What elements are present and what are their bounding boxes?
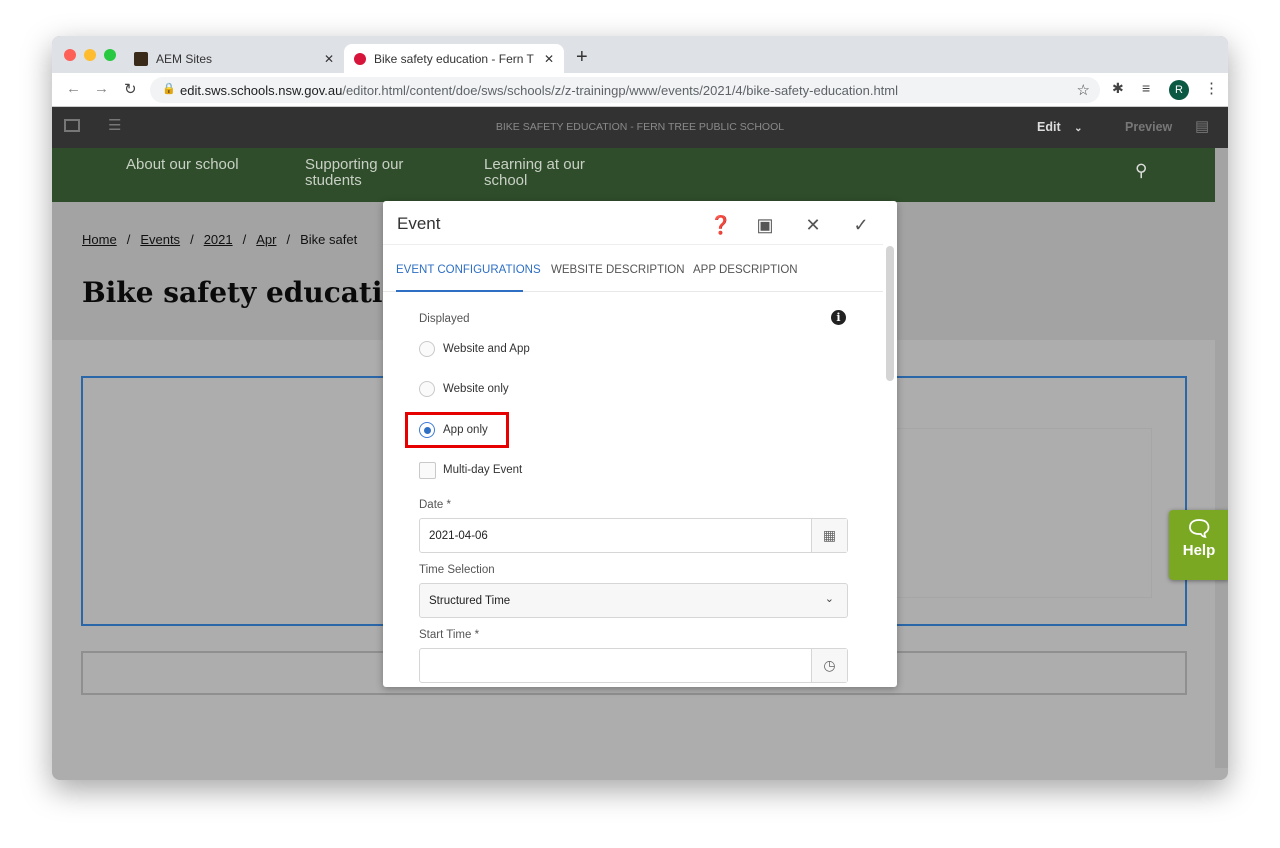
aem-editor-toolbar: ☰ BIKE SAFETY EDUCATION - FERN TREE PUBL…	[52, 107, 1228, 148]
close-window-button[interactable]	[64, 49, 76, 61]
tab-website-description[interactable]: WEBSITE DESCRIPTION	[551, 264, 685, 276]
option-label: Website only	[443, 383, 509, 395]
time-selection-dropdown[interactable]: Structured Time ⌄	[419, 583, 848, 618]
dialog-scrollbar[interactable]	[886, 246, 894, 381]
breadcrumb-2021[interactable]: 2021	[204, 232, 233, 247]
date-value: 2021-04-06	[429, 529, 488, 542]
breadcrumb-events[interactable]: Events	[140, 232, 180, 247]
annotations-icon[interactable]: ▤	[1195, 117, 1209, 135]
url-host: edit.sws.schools.nsw.gov.au	[180, 82, 343, 98]
browser-window: AEM Sites ✕ Bike safety education - Fern…	[52, 36, 1228, 780]
minimize-window-button[interactable]	[84, 49, 96, 61]
breadcrumb-apr[interactable]: Apr	[256, 232, 276, 247]
search-icon[interactable]: ⚲	[1135, 162, 1147, 179]
done-check-icon[interactable]: ✓	[849, 213, 873, 237]
dialog-tabs: EVENT CONFIGURATIONS WEBSITE DESCRIPTION…	[383, 244, 883, 292]
chevron-down-icon: ⌄	[1074, 123, 1083, 134]
clock-icon[interactable]: ◷	[811, 649, 847, 682]
multiday-checkbox[interactable]	[419, 462, 436, 479]
nav-item-supporting[interactable]: Supporting our students	[305, 157, 425, 189]
start-time-label: Start Time *	[419, 629, 480, 641]
breadcrumb-current: Bike safet	[300, 232, 358, 247]
nav-item-learning[interactable]: Learning at our school	[484, 157, 604, 189]
multiday-label: Multi-day Event	[443, 464, 523, 476]
close-tab-icon[interactable]: ✕	[544, 52, 554, 66]
tab-label: Bike safety education - Fern Tr	[374, 51, 534, 66]
close-tab-icon[interactable]: ✕	[324, 52, 334, 66]
tab-label: AEM Sites	[156, 51, 213, 66]
address-bar-row: ← → ↻ 🔒 edit.sws.schools.nsw.gov.au/edit…	[52, 73, 1228, 107]
event-dialog: Event ❓ ▣ ✕ ✓ EVENT CONFIGURATIONS WEBSI…	[383, 201, 897, 687]
date-input[interactable]: 2021-04-06 ▦	[419, 518, 848, 553]
displayed-label: Displayed	[419, 313, 470, 325]
nsw-favicon-icon	[354, 52, 366, 65]
option-label: Website and App	[443, 343, 530, 355]
time-selection-label: Time Selection	[419, 564, 495, 576]
forward-button[interactable]: →	[94, 80, 109, 97]
breadcrumb-home[interactable]: Home	[82, 232, 117, 247]
media-queue-icon[interactable]: ≡	[1142, 80, 1150, 96]
browser-tab-bike-safety[interactable]: Bike safety education - Fern Tr ✕	[344, 44, 564, 73]
radio-app-only[interactable]	[419, 422, 435, 438]
breadcrumb: Home / Events/ 2021/ Apr / Bike safet	[82, 232, 358, 247]
tab-app-description[interactable]: APP DESCRIPTION	[693, 264, 798, 276]
aem-favicon-icon	[134, 51, 148, 66]
start-time-input[interactable]: ◷	[419, 648, 848, 683]
maximize-window-button[interactable]	[104, 49, 116, 61]
help-button[interactable]: 🗨 Help	[1169, 510, 1228, 580]
tab-bar: AEM Sites ✕ Bike safety education - Fern…	[52, 36, 1228, 73]
help-circle-icon[interactable]: ❓	[709, 213, 733, 237]
active-tab-indicator	[396, 290, 523, 292]
page-scrollbar[interactable]	[1215, 148, 1228, 768]
site-navigation: About our school Supporting our students…	[52, 148, 1215, 202]
info-icon[interactable]: i	[831, 310, 846, 325]
preview-button[interactable]: Preview	[1125, 120, 1172, 134]
mode-selector[interactable]: Edit ⌄	[1037, 120, 1082, 134]
profile-avatar[interactable]: R	[1169, 80, 1189, 100]
tab-event-configurations[interactable]: EVENT CONFIGURATIONS	[396, 264, 541, 276]
browser-menu-icon[interactable]: ⋮	[1204, 79, 1219, 97]
browser-tab-aem-sites[interactable]: AEM Sites ✕	[124, 44, 344, 73]
extensions-icon[interactable]: ✱	[1112, 80, 1124, 97]
reload-button[interactable]: ↻	[124, 80, 137, 98]
help-label: Help	[1182, 542, 1216, 559]
radio-website-only[interactable]	[419, 381, 435, 397]
nav-item-about[interactable]: About our school	[126, 157, 239, 173]
date-label: Date *	[419, 499, 451, 511]
option-label: App only	[443, 424, 488, 436]
chat-bubbles-icon: 🗨	[1185, 516, 1213, 541]
page-title: Bike safety educatio	[82, 276, 402, 309]
time-selection-value: Structured Time	[429, 594, 511, 607]
calendar-icon[interactable]: ▦	[811, 519, 847, 552]
lock-icon: 🔒	[162, 83, 176, 95]
image-placeholder	[852, 428, 1152, 598]
back-button[interactable]: ←	[66, 80, 81, 97]
fullscreen-icon[interactable]: ▣	[753, 213, 777, 237]
mode-label: Edit	[1037, 120, 1061, 134]
dialog-title: Event	[397, 214, 441, 233]
radio-website-and-app[interactable]	[419, 341, 435, 357]
url-path: /editor.html/content/doe/sws/schools/z/z…	[342, 82, 899, 98]
url-field[interactable]: 🔒 edit.sws.schools.nsw.gov.au/editor.htm…	[150, 77, 1100, 103]
bookmark-star-icon[interactable]: ☆	[1077, 81, 1090, 99]
close-icon[interactable]: ✕	[801, 213, 825, 237]
chevron-down-icon: ⌄	[824, 593, 834, 605]
new-tab-button[interactable]: +	[576, 46, 588, 69]
